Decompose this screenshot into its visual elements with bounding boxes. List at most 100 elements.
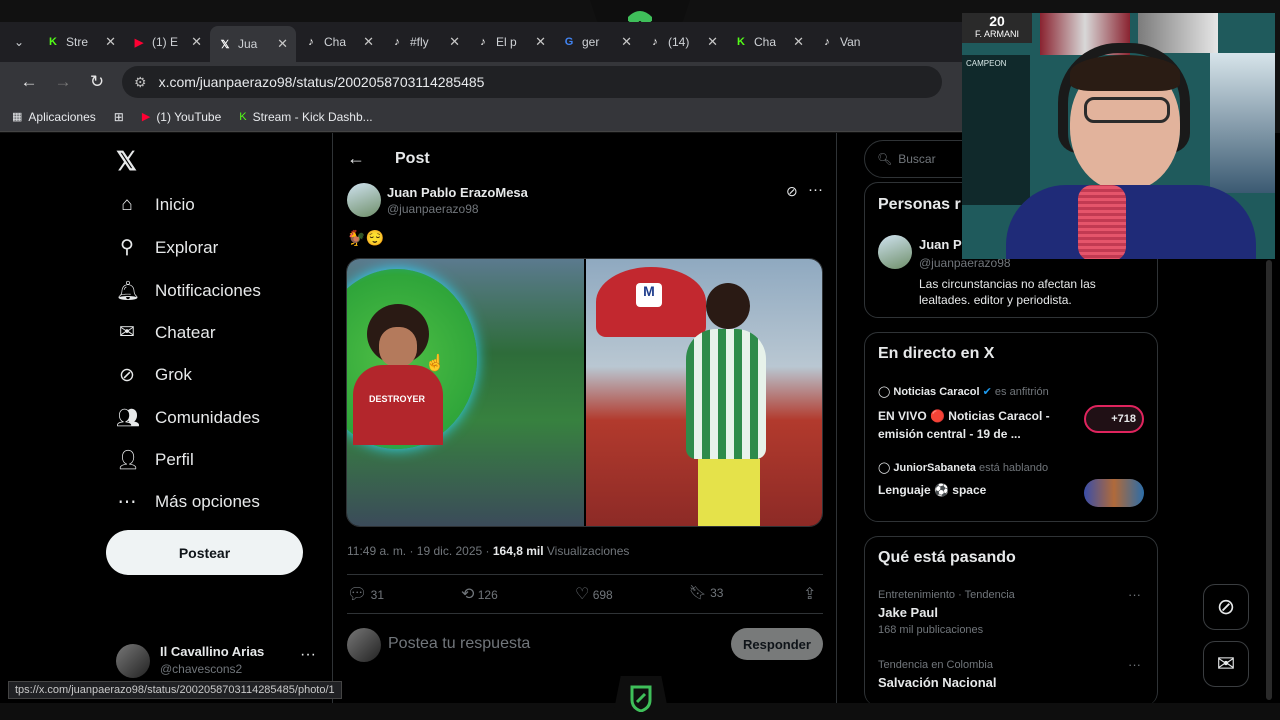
sidebar-item-perfil[interactable]: 👤︎ Perfil — [116, 448, 194, 472]
listener-count: +718 — [1111, 413, 1136, 425]
address-bar[interactable]: ⚙ x.com/juanpaerazo98/status/20020587031… — [122, 66, 942, 98]
browser-tab[interactable]: Gger ✕ — [554, 26, 640, 58]
sidebar-item-chatear[interactable]: ✉ Chatear — [116, 321, 215, 344]
tab-list-button[interactable]: ⌄ — [8, 26, 38, 58]
browser-tab[interactable]: 𝕏 Jua ✕ — [210, 26, 296, 62]
bookmark-item[interactable]: K Stream - Kick Dashb... — [239, 110, 372, 124]
forward-icon[interactable]: → — [46, 72, 80, 92]
player-shirt — [353, 365, 443, 445]
trend-item-1[interactable]: Entretenimiento · Tendencia ··· Jake Pau… — [878, 587, 1148, 643]
browser-tab[interactable]: ♪ #fly ✕ — [382, 26, 468, 58]
grok-icon: ⊘ — [1216, 594, 1236, 619]
post-button[interactable]: Postear — [106, 530, 303, 575]
media-image-right[interactable]: M — [586, 259, 822, 526]
messages-float-button[interactable]: ✉ — [1203, 641, 1249, 687]
close-icon[interactable]: ✕ — [191, 34, 202, 50]
sidebar-item-notificaciones[interactable]: 🔔︎ Notificaciones — [116, 279, 261, 303]
scrollbar[interactable] — [1266, 260, 1272, 700]
reply-button[interactable]: 💬︎ 31 — [347, 584, 384, 604]
tab-title: Cha — [754, 35, 777, 49]
sidebar-item-m-s-opciones[interactable]: ⋯ Más opciones — [116, 491, 260, 514]
live-role: está hablando — [978, 462, 1049, 474]
more-icon[interactable]: ··· — [300, 646, 316, 664]
person-avatar[interactable] — [878, 235, 912, 269]
sidebar-item-comunidades[interactable]: 👥︎ Comunidades — [116, 406, 260, 430]
close-icon[interactable]: ✕ — [105, 34, 116, 50]
repost-icon: ⟲ — [461, 586, 475, 603]
heart-icon: ♡ — [575, 586, 590, 603]
views-label: Visualizaciones — [543, 544, 630, 558]
people-title: Personas r — [878, 196, 961, 213]
live-title: En directo en X — [878, 345, 995, 362]
close-icon[interactable]: ✕ — [793, 34, 804, 50]
close-icon[interactable]: ✕ — [535, 34, 546, 50]
trend-item-2[interactable]: Tendencia en Colombia ··· Salvación Naci… — [878, 657, 1148, 697]
account-switcher[interactable]: Il Cavallino Arias @chavescons2 ··· — [116, 640, 321, 680]
site-info-icon[interactable]: ⚙ — [134, 74, 147, 91]
microphone — [1078, 185, 1126, 259]
tab-title: El p — [496, 35, 517, 49]
browser-tab[interactable]: ♪ El p ✕ — [468, 26, 554, 58]
close-icon[interactable]: ✕ — [277, 36, 288, 52]
glasses — [1084, 97, 1170, 123]
wall-poster: 20 F. ARMANI — [962, 13, 1032, 43]
browser-tab[interactable]: K Stre ✕ — [38, 26, 124, 58]
sidebar-item-label: Inicio — [155, 195, 195, 214]
live-item-1[interactable]: ◯ Noticias Caracol ✔ es anfitrión EN VIV… — [878, 383, 1148, 447]
media-image-left[interactable]: DESTROYER ☝ — [347, 259, 584, 526]
like-count: 698 — [592, 588, 613, 602]
reply-input[interactable]: Postea tu respuesta — [388, 635, 708, 653]
bookmark-button[interactable]: 🔖︎ 33 — [689, 584, 723, 601]
bookmark-label: Stream - Kick Dashb... — [252, 109, 373, 124]
more-icon: ⋯ — [117, 491, 137, 513]
trend-meta: Tendencia en Colombia — [878, 659, 993, 671]
close-icon[interactable]: ✕ — [449, 34, 460, 50]
live-item-title: EN VIVO 🔴 Noticias Caracol - emisión cen… — [878, 409, 1050, 441]
bookmark-item[interactable]: ▦ Aplicaciones — [12, 110, 96, 124]
sidebar-item-grok[interactable]: ⊘ Grok — [116, 364, 192, 387]
more-icon[interactable]: ··· — [808, 181, 823, 198]
stream-logo-bottom — [612, 676, 670, 720]
listener-avatars — [1084, 479, 1144, 507]
tiktok-icon: ♪ — [308, 36, 314, 48]
back-arrow-icon[interactable]: ← — [347, 148, 365, 169]
back-icon[interactable]: ← — [12, 72, 46, 92]
x-logo-icon[interactable]: 𝕏 — [116, 146, 137, 177]
browser-tab[interactable]: ♪ Cha ✕ — [296, 26, 382, 58]
grok-float-button[interactable]: ⊘ — [1203, 584, 1249, 630]
bookmark-label: Aplicaciones — [28, 109, 96, 124]
more-icon[interactable]: ··· — [1128, 587, 1141, 602]
tab-title: Van — [840, 35, 861, 49]
close-icon[interactable]: ✕ — [707, 34, 718, 50]
live-host: Noticias Caracol — [893, 386, 980, 398]
browser-tab[interactable]: ▶ (1) E ✕ — [124, 26, 210, 58]
like-button[interactable]: ♡ 698 — [575, 584, 613, 604]
tab-title: (1) E — [152, 35, 179, 49]
more-icon[interactable]: ··· — [1128, 657, 1141, 672]
repost-button[interactable]: ⟲ 126 — [461, 584, 498, 604]
live-item-2[interactable]: ◯ JuniorSabaneta está hablando Lenguaje … — [878, 461, 1148, 511]
bookmark-item[interactable]: ▶ (1) YouTube — [142, 110, 221, 124]
browser-tab[interactable]: ♪ (14) ✕ — [640, 26, 726, 58]
author-handle[interactable]: @juanpaerazo98 — [387, 202, 479, 216]
cap-logo: M — [636, 283, 662, 307]
youtube-icon: ▶ — [134, 36, 144, 49]
url-text: x.com/juanpaerazo98/status/2002058703114… — [158, 74, 485, 90]
sidebar-item-inicio[interactable]: ⌂ Inicio — [116, 194, 195, 216]
sidebar-item-label: Comunidades — [155, 408, 260, 427]
reload-icon[interactable]: ↻ — [80, 72, 114, 92]
author-name[interactable]: Juan Pablo ErazoMesa — [387, 185, 528, 200]
share-icon[interactable]: ⇪ — [803, 584, 816, 604]
jersey-name: F. ARMANI — [974, 29, 1019, 39]
post-media[interactable]: DESTROYER ☝ M — [346, 258, 823, 527]
divider — [347, 613, 823, 614]
sidebar-item-explorar[interactable]: ⚲ Explorar — [116, 236, 218, 259]
browser-tab[interactable]: ♪ Van — [812, 26, 898, 58]
reply-button[interactable]: Responder — [731, 628, 823, 660]
browser-tab[interactable]: K Cha ✕ — [726, 26, 812, 58]
close-icon[interactable]: ✕ — [363, 34, 374, 50]
grok-icon[interactable]: ⊘ — [786, 183, 798, 200]
author-avatar[interactable] — [347, 183, 381, 217]
tab-groups-icon[interactable]: ⊞ — [114, 110, 124, 124]
close-icon[interactable]: ✕ — [621, 34, 632, 50]
